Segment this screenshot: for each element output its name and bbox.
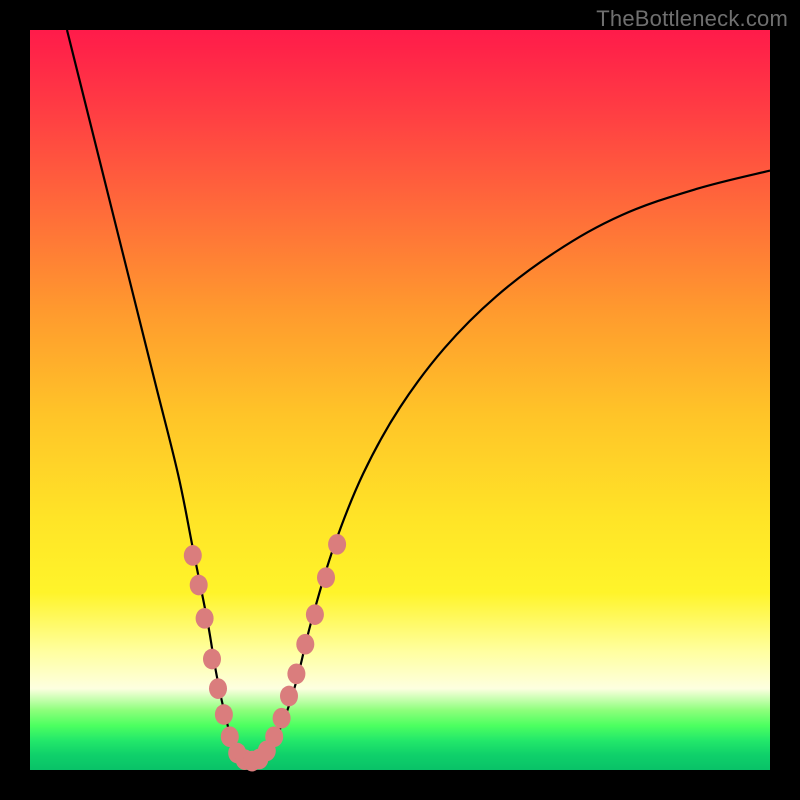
chart-frame: TheBottleneck.com: [0, 0, 800, 800]
bottleneck-curve: [67, 30, 770, 761]
chart-plot-area: [30, 30, 770, 770]
curve-marker: [280, 686, 298, 707]
curve-marker: [190, 575, 208, 596]
curve-marker: [209, 678, 227, 699]
curve-marker: [306, 604, 324, 625]
curve-marker: [296, 634, 314, 655]
curve-marker: [265, 726, 283, 747]
curve-marker: [196, 608, 214, 629]
curve-marker: [317, 567, 335, 588]
curve-marker: [273, 708, 291, 729]
curve-marker: [184, 545, 202, 566]
watermark-text: TheBottleneck.com: [596, 6, 788, 32]
curve-markers: [184, 534, 346, 772]
curve-marker: [287, 663, 305, 684]
curve-marker: [203, 649, 221, 670]
chart-svg: [30, 30, 770, 770]
curve-marker: [215, 704, 233, 725]
curve-marker: [328, 534, 346, 555]
